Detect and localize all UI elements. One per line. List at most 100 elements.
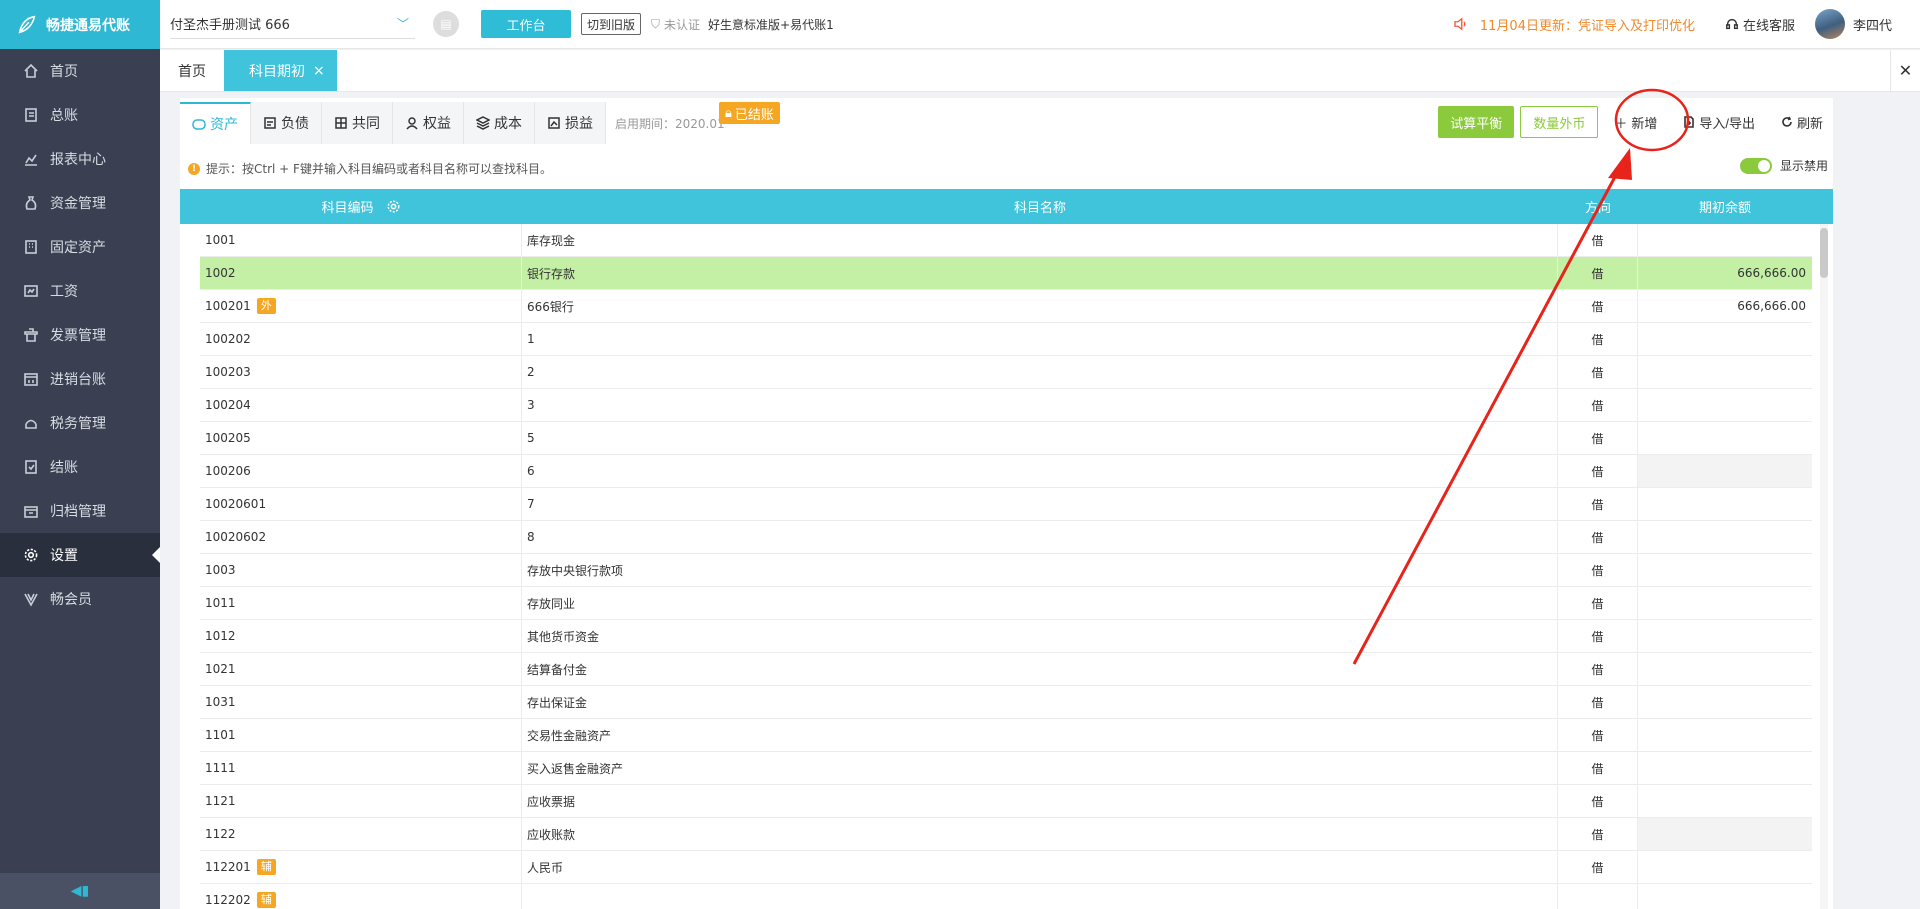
cell-direction[interactable]: 借 (1558, 554, 1638, 586)
cell-direction[interactable]: 借 (1558, 587, 1638, 619)
cell-name[interactable]: 买入返售金融资产 (522, 752, 1558, 784)
cell-name[interactable]: 存放中央银行款项 (522, 554, 1558, 586)
cell-code[interactable]: 112202 辅 (200, 884, 522, 909)
cell-name[interactable]: 应收票据 (522, 785, 1558, 817)
cell-code[interactable]: 1001 (200, 224, 522, 256)
category-tab-grid[interactable]: 共同 (322, 102, 393, 144)
cell-direction[interactable]: 借 (1558, 356, 1638, 388)
cell-direction[interactable]: 借 (1558, 620, 1638, 652)
import-export-button[interactable]: 导入/导出 (1673, 106, 1765, 138)
category-tab-bill[interactable]: 负债 (251, 102, 322, 144)
workbench-button[interactable]: 工作台 (481, 10, 571, 38)
category-tab-layers[interactable]: 成本 (464, 102, 535, 144)
close-all-tabs-icon[interactable]: ✕ (1890, 50, 1920, 91)
cell-balance[interactable] (1638, 752, 1812, 784)
cell-balance[interactable] (1638, 851, 1812, 883)
cell-name[interactable]: 5 (522, 422, 1558, 454)
cell-balance[interactable] (1638, 554, 1812, 586)
cell-name[interactable]: 结算备付金 (522, 653, 1558, 685)
cell-name[interactable]: 666银行 (522, 290, 1558, 322)
document-icon[interactable]: ▤ (433, 11, 459, 37)
cell-direction[interactable]: 借 (1558, 257, 1638, 289)
cell-balance[interactable] (1638, 719, 1812, 751)
table-row[interactable]: 1121 应收票据 借 (200, 785, 1812, 818)
cell-code[interactable]: 112201 辅 (200, 851, 522, 883)
cell-code[interactable]: 1101 (200, 719, 522, 751)
cell-balance[interactable]: 666,666.00 (1638, 290, 1812, 322)
add-button[interactable]: ＋ 新增 (1604, 106, 1667, 138)
cell-name[interactable]: 银行存款 (522, 257, 1558, 289)
cell-direction[interactable]: 借 (1558, 653, 1638, 685)
table-row[interactable]: 100206 6 借 (200, 455, 1812, 488)
table-row[interactable]: 100202 1 借 (200, 323, 1812, 356)
cell-name[interactable]: 其他货币资金 (522, 620, 1558, 652)
cell-balance[interactable] (1638, 818, 1812, 850)
table-row[interactable]: 1021 结算备付金 借 (200, 653, 1812, 686)
cell-name[interactable]: 1 (522, 323, 1558, 355)
cell-direction[interactable]: 借 (1558, 323, 1638, 355)
app-logo[interactable]: 畅捷通易代账 (0, 0, 160, 49)
cell-code[interactable]: 100201 外 (200, 290, 522, 322)
cell-direction[interactable] (1558, 884, 1638, 909)
table-row[interactable]: 1003 存放中央银行款项 借 (200, 554, 1812, 587)
update-notice[interactable]: 11月04日更新：凭证导入及打印优化 (1452, 15, 1695, 34)
collapse-sidebar-button[interactable]: ◀▮ (0, 873, 160, 909)
cell-direction[interactable]: 借 (1558, 389, 1638, 421)
cell-code[interactable]: 1122 (200, 818, 522, 850)
cell-code[interactable]: 10020602 (200, 521, 522, 553)
cell-balance[interactable] (1638, 323, 1812, 355)
cell-code[interactable]: 100206 (200, 455, 522, 487)
cell-direction[interactable]: 借 (1558, 488, 1638, 520)
sidebar-item-payroll[interactable]: 工资 (0, 269, 160, 313)
table-scrollbar[interactable] (1820, 224, 1828, 909)
cell-code[interactable]: 1021 (200, 653, 522, 685)
cell-balance[interactable] (1638, 455, 1812, 487)
online-service-button[interactable]: 在线客服 (1725, 15, 1795, 34)
table-row[interactable]: 10020602 8 借 (200, 521, 1812, 554)
company-select[interactable]: 付圣杰手册测试 666 ﹀ (170, 9, 415, 39)
cell-direction[interactable]: 借 (1558, 290, 1638, 322)
scrollbar-thumb[interactable] (1820, 228, 1828, 278)
cell-code[interactable]: 1003 (200, 554, 522, 586)
table-row[interactable]: 100204 3 借 (200, 389, 1812, 422)
cell-code[interactable]: 1031 (200, 686, 522, 718)
table-row[interactable]: 1002 银行存款 借 666,666.00 (200, 257, 1812, 290)
close-tab-icon[interactable]: × (313, 63, 325, 79)
cell-name[interactable]: 人民币 (522, 851, 1558, 883)
cell-direction[interactable]: 借 (1558, 785, 1638, 817)
sidebar-item-invoice[interactable]: 发票管理 (0, 313, 160, 357)
table-row[interactable]: 1122 应收账款 借 (200, 818, 1812, 851)
cell-balance[interactable] (1638, 521, 1812, 553)
table-row[interactable]: 10020601 7 借 (200, 488, 1812, 521)
cell-code[interactable]: 100204 (200, 389, 522, 421)
table-row[interactable]: 1012 其他货币资金 借 (200, 620, 1812, 653)
cell-name[interactable]: 交易性金融资产 (522, 719, 1558, 751)
cell-name[interactable]: 8 (522, 521, 1558, 553)
cell-direction[interactable]: 借 (1558, 752, 1638, 784)
cell-balance[interactable] (1638, 488, 1812, 520)
sidebar-item-closing[interactable]: 结账 (0, 445, 160, 489)
table-row[interactable]: 1111 买入返售金融资产 借 (200, 752, 1812, 785)
sidebar-item-archive[interactable]: 归档管理 (0, 489, 160, 533)
cell-direction[interactable]: 借 (1558, 455, 1638, 487)
cell-name[interactable] (522, 884, 1558, 909)
cell-direction[interactable]: 借 (1558, 686, 1638, 718)
sidebar-item-tax[interactable]: 税务管理 (0, 401, 160, 445)
cell-name[interactable]: 应收账款 (522, 818, 1558, 850)
cell-code[interactable]: 1111 (200, 752, 522, 784)
cell-direction[interactable]: 借 (1558, 818, 1638, 850)
sidebar-item-gear[interactable]: 设置 (0, 533, 160, 577)
cell-balance[interactable]: 666,666.00 (1638, 257, 1812, 289)
sidebar-item-chart[interactable]: 报表中心 (0, 137, 160, 181)
cell-name[interactable]: 2 (522, 356, 1558, 388)
sidebar-item-home[interactable]: 首页 (0, 49, 160, 93)
switch-old-version-button[interactable]: 切到旧版 (581, 13, 642, 35)
gear-icon[interactable] (386, 199, 401, 214)
cell-name[interactable]: 3 (522, 389, 1558, 421)
cell-direction[interactable]: 借 (1558, 422, 1638, 454)
table-row[interactable]: 1031 存出保证金 借 (200, 686, 1812, 719)
sidebar-item-ledger[interactable]: 总账 (0, 93, 160, 137)
table-row[interactable]: 1001 库存现金 借 (200, 224, 1812, 257)
trial-balance-button[interactable]: 试算平衡 (1438, 106, 1515, 138)
category-tab-person[interactable]: 权益 (393, 102, 464, 144)
